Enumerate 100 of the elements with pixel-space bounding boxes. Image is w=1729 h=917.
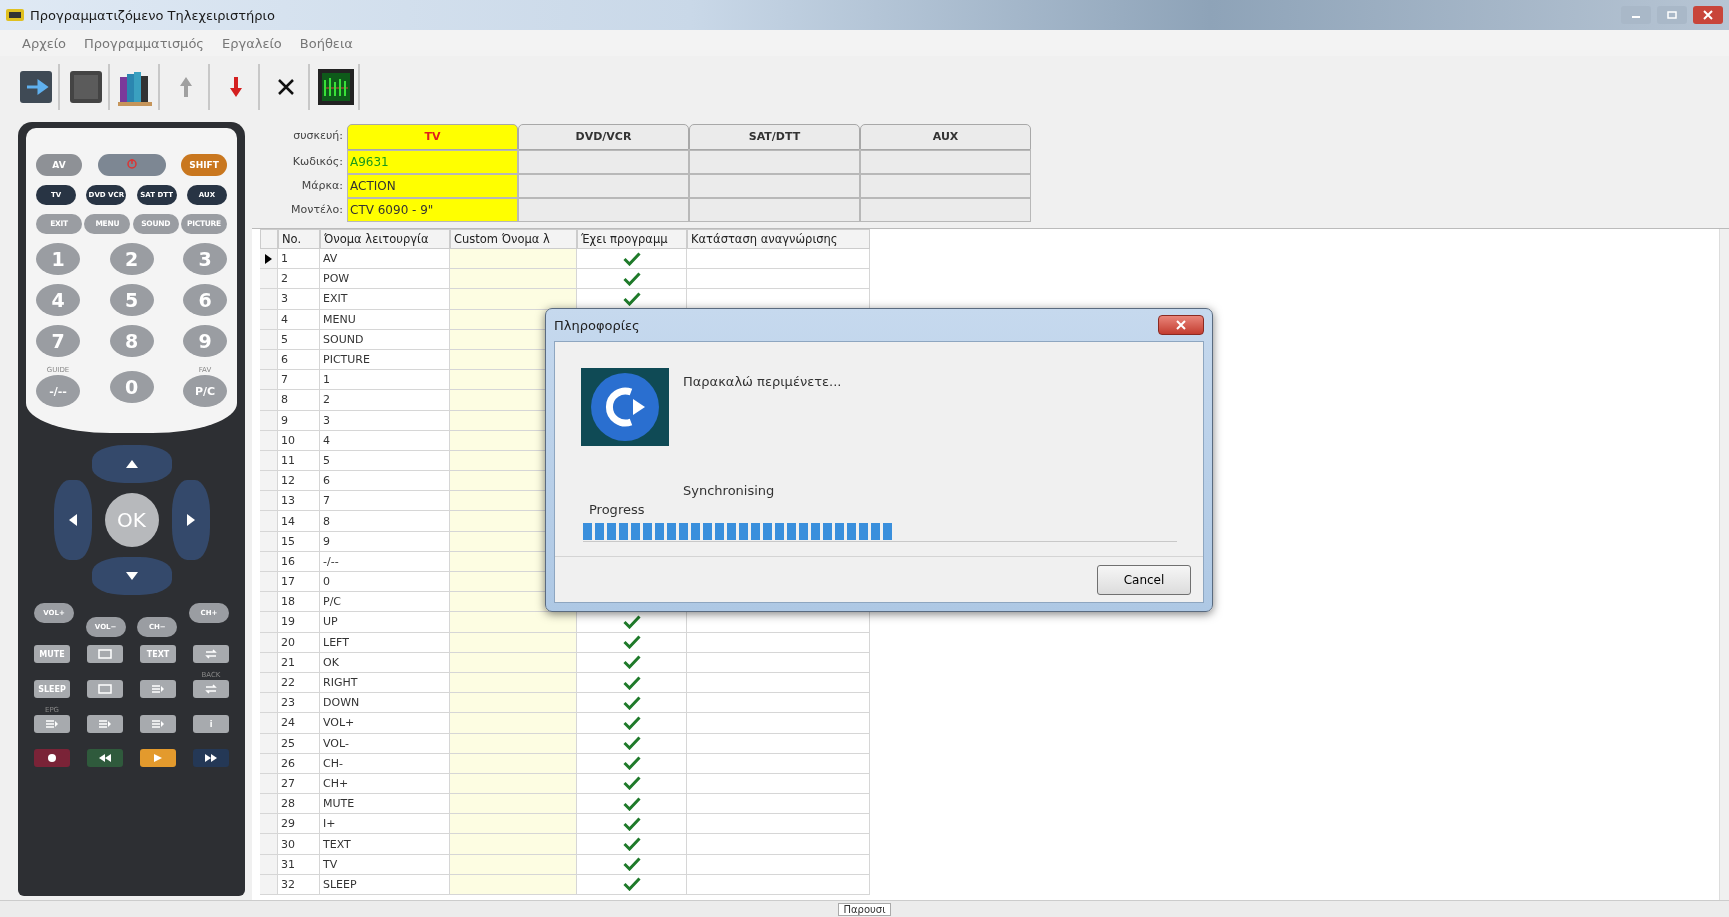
digit-key[interactable]: 9 <box>183 325 227 357</box>
digit-key[interactable]: 6 <box>183 284 227 316</box>
table-cell: 7 <box>278 370 320 391</box>
column-header[interactable]: No. <box>278 229 320 249</box>
table-cell: 21 <box>278 652 320 673</box>
remote-key[interactable]: SLEEP <box>34 680 70 698</box>
table-cell: AV <box>320 249 450 270</box>
column-header[interactable]: Όνομα λειτουργία <box>320 229 450 249</box>
remote-key[interactable]: P/C <box>183 375 227 407</box>
field-label: Μάρκα: <box>300 178 344 194</box>
window-title: Προγραμματιζόμενο Τηλεχειριστήριο <box>30 7 276 23</box>
table-cell: 1 <box>278 249 320 270</box>
progress-label: Progress <box>589 502 646 517</box>
table-cell: 28 <box>278 794 320 815</box>
table-cell: CH+ <box>320 773 450 795</box>
table-cell: 24 <box>278 713 320 734</box>
remote-key[interactable]: MUTE <box>34 645 70 663</box>
table-cell: EXIT <box>320 289 450 310</box>
menu-item[interactable]: Προγραμματισμός <box>84 35 204 51</box>
table-cell: VOL- <box>320 733 450 754</box>
table-cell: 30 <box>278 834 320 855</box>
remote-key[interactable]: 0 <box>109 370 154 403</box>
table-cell: 9 <box>320 531 450 552</box>
table-cell: DOWN <box>320 693 450 714</box>
table-cell: -/-- <box>320 551 450 572</box>
device-field[interactable]: CTV 6090 - 9" <box>347 198 518 222</box>
table-cell: 12 <box>278 471 320 492</box>
table-cell: 23 <box>278 693 320 714</box>
digit-key[interactable]: 8 <box>109 325 154 357</box>
table-cell: 0 <box>320 572 450 593</box>
table-cell: CH- <box>320 753 450 774</box>
table-cell: 9 <box>278 410 320 431</box>
table-cell: 4 <box>320 430 450 451</box>
table-cell: 27 <box>278 773 320 795</box>
menu-item[interactable]: Βοήθεια <box>299 35 353 51</box>
table-cell: 26 <box>278 753 320 774</box>
table-cell: 17 <box>278 572 320 593</box>
table-cell: MENU <box>320 309 450 330</box>
device-tab[interactable]: DVD/VCR <box>518 124 689 150</box>
menu-item[interactable]: Εργαλείο <box>222 35 282 51</box>
table-cell: VOL+ <box>320 713 450 734</box>
table-cell: 15 <box>278 531 320 552</box>
table-cell: P/C <box>320 592 450 613</box>
table-cell: SLEEP <box>320 874 450 895</box>
dialog-title: Πληροφορίες <box>554 317 640 333</box>
table-cell: 1 <box>320 370 450 391</box>
table-cell: MUTE <box>320 794 450 815</box>
table-cell: 22 <box>278 672 320 694</box>
table-cell: 7 <box>320 491 450 512</box>
digit-key[interactable]: 5 <box>109 284 154 316</box>
device-tab[interactable]: SAT/DTT <box>689 124 860 150</box>
device-tab[interactable]: AUX <box>860 124 1031 150</box>
menu-item[interactable]: Αρχείο <box>22 35 67 51</box>
table-cell: TV <box>320 854 450 875</box>
status-message: Synchronising <box>683 483 776 498</box>
status-text: Παρουσι <box>838 902 891 916</box>
table-cell: 8 <box>278 390 320 411</box>
table-cell: 13 <box>278 491 320 512</box>
digit-key[interactable]: 2 <box>109 243 154 275</box>
digit-key[interactable]: 3 <box>183 243 227 275</box>
table-cell: 6 <box>278 349 320 371</box>
ok-key[interactable]: OK <box>104 493 159 547</box>
table-cell: I+ <box>320 814 450 835</box>
column-header[interactable]: Έχει προγραμμ <box>577 229 687 249</box>
device-field[interactable]: ACTION <box>347 174 518 198</box>
table-cell: OK <box>320 652 450 673</box>
remote-key[interactable]: SHIFT <box>181 154 227 176</box>
digit-key[interactable]: 1 <box>36 243 80 275</box>
cancel-button[interactable]: Cancel <box>1097 564 1191 595</box>
table-cell: PICTURE <box>320 349 450 371</box>
table-cell: 3 <box>278 289 320 310</box>
remote-key[interactable]: -/-- <box>36 375 80 407</box>
field-label: Μοντέλο: <box>290 202 344 218</box>
table-cell: 19 <box>278 612 320 633</box>
remote-key[interactable]: TEXT <box>140 645 176 663</box>
table-cell: 14 <box>278 511 320 532</box>
table-cell: 29 <box>278 814 320 835</box>
table-cell: 5 <box>320 450 450 472</box>
table-cell: 20 <box>278 632 320 653</box>
table-cell: POW <box>320 269 450 290</box>
table-cell: 10 <box>278 430 320 451</box>
remote-key[interactable]: i <box>193 715 229 733</box>
table-cell: 8 <box>320 511 450 532</box>
table-cell: 31 <box>278 854 320 875</box>
field-label: συσκευή: <box>292 128 344 144</box>
table-cell: 6 <box>320 471 450 492</box>
remote-key[interactable]: AV <box>36 154 82 176</box>
column-header[interactable]: Custom Όνομα λ <box>450 229 577 249</box>
device-field[interactable]: A9631 <box>347 150 518 174</box>
wait-message: Παρακαλώ περιμένετε... <box>683 374 842 389</box>
table-cell: 32 <box>278 874 320 895</box>
device-tab[interactable]: TV <box>347 124 518 150</box>
column-header[interactable]: Κατάσταση αναγνώρισης <box>687 229 870 249</box>
table-cell: UP <box>320 612 450 633</box>
table-cell: 18 <box>278 592 320 613</box>
digit-key[interactable]: 4 <box>36 284 80 316</box>
digit-key[interactable]: 7 <box>36 325 80 357</box>
table-cell: 25 <box>278 733 320 754</box>
field-label: Κωδικός: <box>291 154 344 170</box>
table-cell: TEXT <box>320 834 450 855</box>
